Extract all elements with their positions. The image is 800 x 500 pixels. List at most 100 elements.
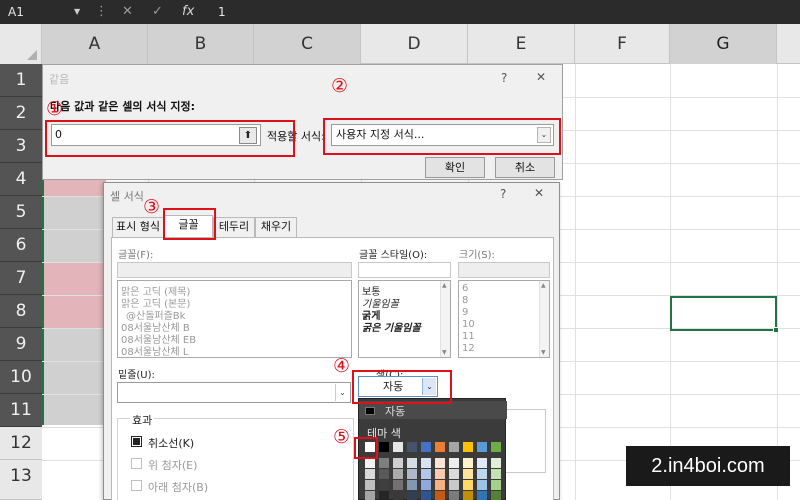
color-swatch[interactable] — [491, 491, 501, 500]
row-header-5[interactable]: 5 — [0, 196, 42, 229]
color-swatch[interactable] — [421, 491, 431, 500]
font-size-list[interactable]: 6 8 9 10 11 12 ▲ ▼ — [458, 280, 550, 358]
color-swatch[interactable] — [407, 480, 417, 490]
column-header-f[interactable]: F — [575, 24, 670, 64]
color-swatch[interactable] — [407, 442, 417, 452]
list-item[interactable]: 11 — [462, 331, 475, 342]
formula-input[interactable]: 1 — [208, 0, 800, 24]
color-swatch[interactable] — [491, 469, 501, 479]
color-swatch[interactable] — [379, 469, 389, 479]
color-swatch[interactable] — [407, 491, 417, 500]
row-header-4[interactable]: 4 — [0, 163, 42, 196]
list-item[interactable]: 굵은 기울임꼴 — [362, 319, 421, 334]
cancel-edit-icon[interactable]: ✕ — [122, 0, 133, 24]
chevron-down-icon[interactable]: ⌄ — [335, 384, 349, 401]
scroll-down-icon[interactable]: ▼ — [442, 349, 447, 356]
color-swatch[interactable] — [449, 442, 459, 452]
color-swatch[interactable] — [393, 458, 403, 468]
color-swatch[interactable] — [421, 458, 431, 468]
confirm-edit-icon[interactable]: ✓ — [152, 0, 163, 24]
list-item[interactable]: 08서울남산체 L — [121, 343, 188, 357]
color-swatch[interactable] — [463, 442, 473, 452]
color-swatch[interactable] — [393, 469, 403, 479]
row-header-1[interactable]: 1 — [0, 64, 42, 97]
row-header-13[interactable]: 13 — [0, 460, 42, 500]
list-item[interactable]: 9 — [462, 307, 468, 318]
color-swatch[interactable] — [365, 469, 375, 479]
row-header-11[interactable]: 11 — [0, 394, 42, 427]
underline-select[interactable]: ⌄ — [117, 382, 351, 403]
font-list[interactable]: 맑은 고딕 (제목) 맑은 고딕 (본문) @산돌퍼즐Bk 08서울남산체 B … — [117, 280, 352, 358]
column-header-a[interactable]: A — [42, 24, 148, 64]
list-item[interactable]: 6 — [462, 283, 468, 294]
scroll-up-icon[interactable]: ▲ — [442, 282, 447, 289]
color-swatch[interactable] — [365, 491, 375, 500]
color-swatch[interactable] — [393, 442, 403, 452]
color-swatch[interactable] — [477, 491, 487, 500]
column-header-next[interactable] — [777, 24, 800, 64]
color-swatch[interactable] — [463, 458, 473, 468]
subscript-checkbox[interactable] — [131, 480, 142, 491]
row-header-12[interactable]: 12 — [0, 427, 42, 460]
list-item[interactable]: 12 — [462, 343, 475, 354]
scroll-down-icon[interactable]: ▼ — [541, 349, 546, 356]
column-header-d[interactable]: D — [361, 24, 468, 64]
list-item[interactable]: 8 — [462, 295, 468, 306]
row-header-6[interactable]: 6 — [0, 229, 42, 262]
column-header-b[interactable]: B — [148, 24, 254, 64]
color-swatch[interactable] — [365, 458, 375, 468]
fill-handle[interactable] — [773, 327, 779, 333]
column-header-c[interactable]: C — [254, 24, 361, 64]
color-swatch[interactable] — [477, 442, 487, 452]
color-swatch[interactable] — [463, 491, 473, 500]
more-options-icon[interactable]: ⋮ — [95, 0, 108, 24]
color-swatch[interactable] — [477, 480, 487, 490]
scroll-up-icon[interactable]: ▲ — [541, 282, 546, 289]
strikethrough-checkbox[interactable] — [131, 436, 142, 447]
color-swatch[interactable] — [407, 469, 417, 479]
color-swatch[interactable] — [435, 442, 445, 452]
close-button[interactable]: ✕ — [536, 70, 546, 84]
name-box-dropdown-icon[interactable]: ▼ — [74, 0, 80, 24]
color-swatch[interactable] — [477, 458, 487, 468]
name-box[interactable]: A1 ▼ — [0, 0, 90, 24]
column-header-g[interactable]: G — [670, 24, 777, 64]
color-swatch[interactable] — [393, 480, 403, 490]
tab-border[interactable]: 테두리 — [213, 217, 255, 237]
color-swatch[interactable] — [435, 458, 445, 468]
close-button[interactable]: ✕ — [534, 186, 544, 200]
row-header-10[interactable]: 10 — [0, 361, 42, 394]
color-swatch[interactable] — [421, 469, 431, 479]
color-swatch[interactable] — [379, 480, 389, 490]
row-header-3[interactable]: 3 — [0, 130, 42, 163]
color-swatch[interactable] — [491, 480, 501, 490]
color-swatch[interactable] — [379, 442, 389, 452]
superscript-checkbox[interactable] — [131, 458, 142, 469]
font-style-input[interactable] — [358, 262, 451, 278]
color-swatch[interactable] — [449, 458, 459, 468]
select-all-corner[interactable] — [0, 24, 42, 64]
color-swatch[interactable] — [463, 480, 473, 490]
color-swatch[interactable] — [435, 480, 445, 490]
row-header-9[interactable]: 9 — [0, 328, 42, 361]
column-header-e[interactable]: E — [468, 24, 575, 64]
list-item[interactable]: 10 — [462, 319, 475, 330]
color-swatch[interactable] — [393, 491, 403, 500]
color-swatch[interactable] — [491, 458, 501, 468]
cancel-button[interactable]: 취소 — [495, 157, 555, 178]
color-swatch[interactable] — [435, 491, 445, 500]
color-swatch[interactable] — [407, 458, 417, 468]
insert-function-icon[interactable]: fx — [182, 0, 194, 24]
tab-number-format[interactable]: 표시 형식 — [112, 217, 164, 237]
ok-button[interactable]: 확인 — [425, 157, 485, 178]
help-button[interactable]: ? — [500, 187, 506, 201]
color-swatch[interactable] — [379, 491, 389, 500]
color-swatch[interactable] — [421, 442, 431, 452]
color-swatch[interactable] — [491, 442, 501, 452]
row-header-2[interactable]: 2 — [0, 97, 42, 130]
color-swatch[interactable] — [449, 491, 459, 500]
color-swatch[interactable] — [435, 469, 445, 479]
font-style-list[interactable]: 보통 기울임꼴 굵게 굵은 기울임꼴 ▲ ▼ — [358, 280, 451, 358]
row-header-8[interactable]: 8 — [0, 295, 42, 328]
tab-fill[interactable]: 채우기 — [255, 217, 297, 237]
